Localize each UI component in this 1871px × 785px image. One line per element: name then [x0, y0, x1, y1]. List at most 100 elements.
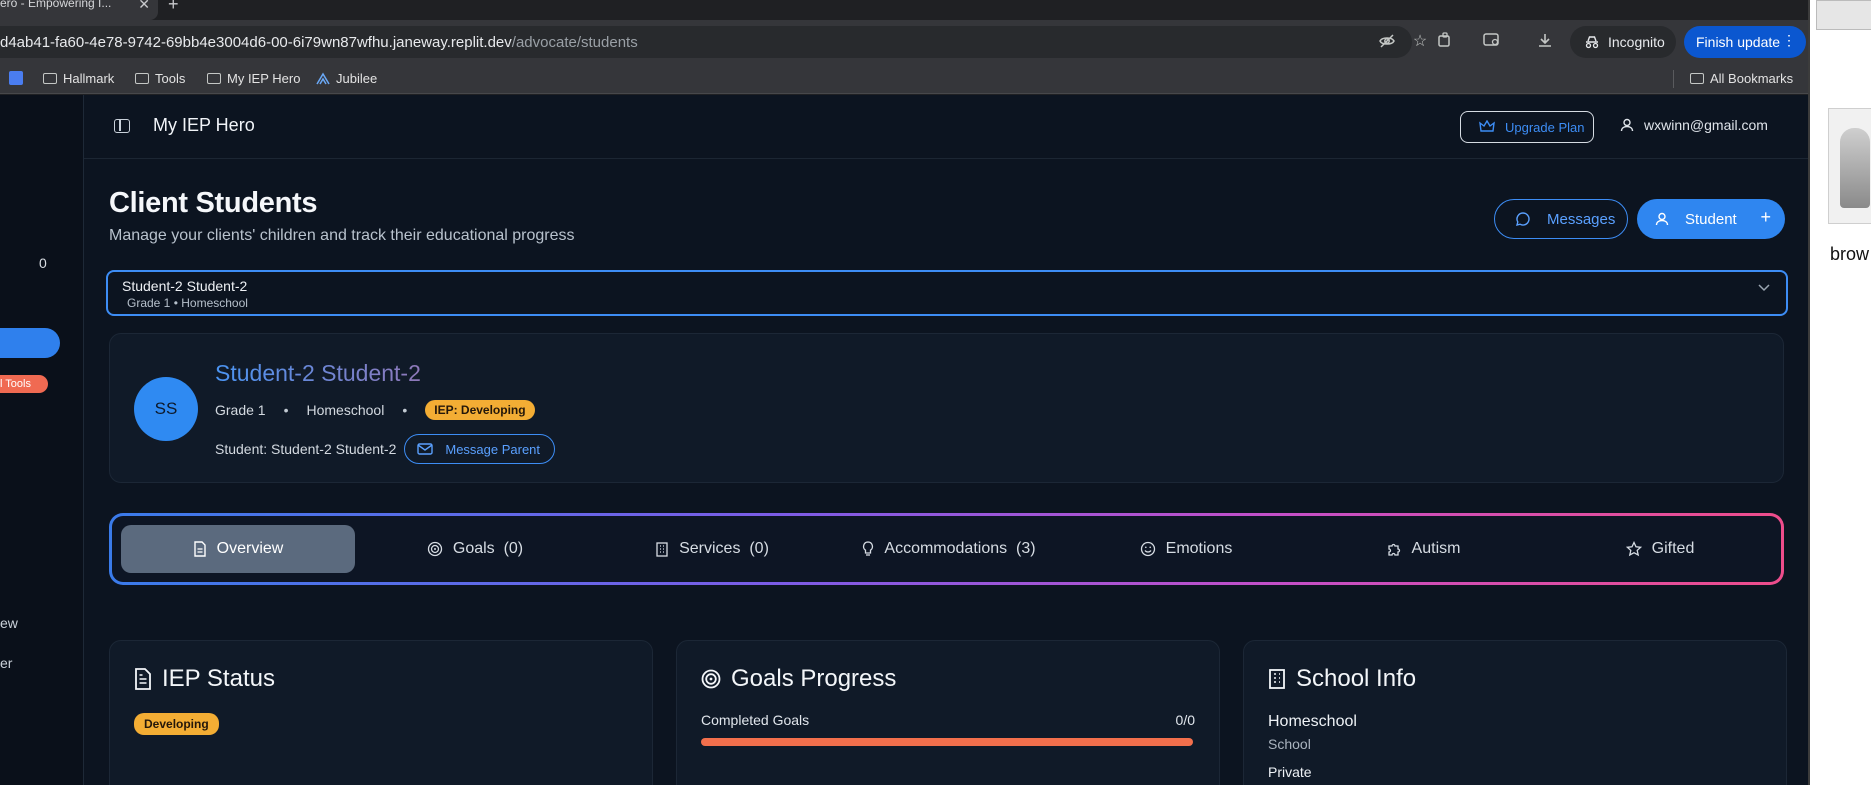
address-bar[interactable]: d4ab41-fa60-4e78-9742-69bb4e3004d6-00-6i… — [0, 26, 1412, 58]
add-student-button[interactable]: Student + — [1637, 199, 1785, 239]
bookmarks-bar: Hallmark Tools My IEP Hero Jubilee All B… — [0, 64, 1808, 94]
media-icon[interactable] — [1483, 32, 1503, 52]
folder-icon — [43, 73, 57, 84]
bookmark-my-iep-hero[interactable]: My IEP Hero — [207, 71, 300, 86]
new-tab-icon[interactable]: + — [168, 0, 179, 15]
student-selector[interactable]: Student-2 Student-2 Grade 1 • Homeschool — [106, 270, 1788, 316]
user-icon — [1655, 212, 1669, 226]
tab-goals[interactable]: Goals (0) — [358, 525, 592, 573]
close-icon[interactable]: ✕ — [138, 0, 150, 13]
incognito-indicator[interactable]: Incognito — [1570, 26, 1676, 58]
adjacent-window: brow — [1808, 0, 1871, 785]
tab-overview[interactable]: Overview — [121, 525, 355, 573]
document-icon — [193, 541, 207, 557]
goals-progress-title: Goals Progress — [731, 665, 897, 692]
page-subtitle: Manage your clients' children and track … — [109, 227, 575, 244]
school-type: Private — [1268, 764, 1312, 780]
star-bookmark-icon[interactable]: ☆ — [1410, 32, 1430, 52]
browser-tab-strip: ero - Empowering I... ✕ + — [0, 0, 1808, 20]
browser-tab[interactable]: ero - Empowering I... ✕ — [0, 0, 158, 20]
smile-icon — [1140, 541, 1156, 557]
docs-icon — [9, 71, 23, 85]
target-icon — [701, 669, 721, 689]
finish-update-button[interactable]: Finish update ⋮ — [1684, 26, 1806, 58]
target-icon — [427, 541, 443, 557]
student-details: Grade 1 • Homeschool • IEP: Developing — [215, 400, 535, 420]
bookmark-label: Hallmark — [63, 71, 115, 86]
sidebar-item-other[interactable]: er — [0, 655, 12, 671]
all-bookmarks[interactable]: All Bookmarks — [1690, 71, 1793, 86]
eye-off-icon[interactable] — [1378, 32, 1398, 52]
mail-icon — [417, 443, 434, 455]
bookmark-jubilee[interactable]: Jubilee — [316, 71, 377, 86]
incognito-label: Incognito — [1608, 34, 1665, 50]
window-thumbnail — [1816, 0, 1871, 30]
tab-gifted[interactable]: Gifted — [1543, 525, 1777, 573]
plus-icon: + — [1760, 207, 1771, 227]
selected-student-meta: Grade 1 • Homeschool — [127, 296, 248, 310]
chevron-down-icon — [1758, 284, 1770, 292]
user-menu[interactable]: wxwinn@gmail.com — [1620, 117, 1768, 133]
bookmark-label: My IEP Hero — [227, 71, 301, 86]
user-email: wxwinn@gmail.com — [1644, 117, 1768, 133]
bookmark-label: Jubilee — [336, 71, 378, 86]
app-sidebar: 0 l Tools ew er — [0, 95, 84, 785]
card-title: Goals Progress — [701, 665, 896, 693]
folder-icon — [1690, 73, 1704, 84]
tab-label: Emotions — [1165, 540, 1233, 557]
separator-dot: • — [283, 402, 289, 418]
bookmark-docs[interactable] — [9, 71, 23, 85]
bookmark-tools[interactable]: Tools — [135, 71, 185, 86]
browser-tab-title: ero - Empowering I... — [0, 0, 112, 10]
upgrade-plan-button[interactable]: Upgrade Plan — [1460, 111, 1594, 143]
bookmark-hallmark[interactable]: Hallmark — [43, 71, 114, 86]
completed-goals-label: Completed Goals — [701, 712, 810, 728]
app-window: 0 l Tools ew er My IEP Hero Upgrade Plan… — [0, 95, 1808, 785]
building-icon — [655, 541, 669, 557]
tab-bar-inner: Overview Goals (0) Services (0) Accommod… — [112, 516, 1781, 582]
tab-bar: Overview Goals (0) Services (0) Accommod… — [109, 513, 1784, 585]
more-vert-icon[interactable]: ⋮ — [1782, 32, 1796, 49]
student-label: Student — [1685, 210, 1737, 228]
tab-autism[interactable]: Autism — [1306, 525, 1540, 573]
message-parent-button[interactable]: Message Parent — [404, 434, 556, 464]
card-title: IEP Status — [134, 665, 275, 693]
goals-progress-bar — [701, 738, 1193, 746]
student-profile-card: SS Student-2 Student-2 Grade 1 • Homesch… — [109, 333, 1784, 483]
tab-label: Gifted — [1651, 540, 1695, 557]
app-title: My IEP Hero — [153, 115, 255, 135]
student-line: Student: Student-2 Student-2 — [215, 441, 397, 457]
status-badge: Developing — [134, 713, 219, 735]
sidebar-item-overview[interactable]: ew — [0, 615, 18, 631]
building-icon — [1268, 668, 1286, 690]
student-contact-row: Student: Student-2 Student-2 Message Par… — [215, 434, 556, 464]
folder-icon — [135, 73, 149, 84]
all-bookmarks-label: All Bookmarks — [1710, 71, 1794, 86]
messages-label: Messages — [1547, 210, 1616, 228]
school-label: School — [1268, 736, 1311, 752]
sidebar-active-item[interactable] — [0, 328, 60, 358]
messages-button[interactable]: Messages — [1494, 199, 1628, 239]
puzzle-icon — [1386, 541, 1402, 557]
student-school: Homeschool — [306, 402, 385, 418]
star-icon — [1625, 541, 1642, 557]
tab-label: Accommodations (3) — [884, 540, 1036, 557]
download-icon[interactable] — [1537, 32, 1557, 52]
incognito-icon — [1584, 35, 1600, 49]
iep-status-card: IEP Status Developing — [109, 640, 653, 785]
thumbnail-graphic — [1840, 128, 1870, 208]
tab-accommodations[interactable]: Accommodations (3) — [832, 525, 1066, 573]
completed-goals-value: 0/0 — [1175, 712, 1195, 728]
sidebar-toggle-icon[interactable] — [114, 119, 130, 133]
status-badge: IEP: Developing — [425, 400, 535, 420]
browser-toolbar: d4ab41-fa60-4e78-9742-69bb4e3004d6-00-6i… — [0, 20, 1808, 64]
url-host: d4ab41-fa60-4e78-9742-69bb4e3004d6-00-6i… — [0, 33, 512, 51]
iep-status-title: IEP Status — [162, 665, 275, 692]
tab-services[interactable]: Services (0) — [595, 525, 829, 573]
bookmarks-divider — [1673, 70, 1674, 88]
extensions-icon[interactable] — [1437, 32, 1457, 52]
tab-emotions[interactable]: Emotions — [1069, 525, 1303, 573]
user-icon — [1620, 118, 1634, 132]
tab-label: Overview — [216, 540, 284, 557]
school-name: Homeschool — [1268, 713, 1357, 730]
